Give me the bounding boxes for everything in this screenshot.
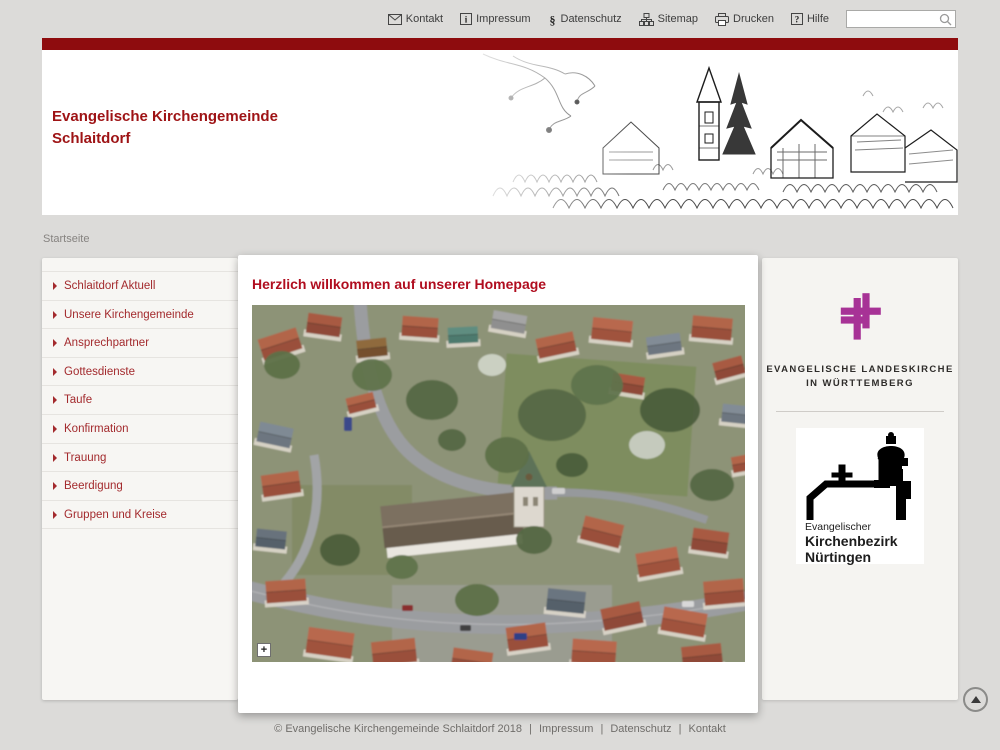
search-icon[interactable] bbox=[939, 13, 952, 26]
kirchenbezirk-label-line3: Nürtingen bbox=[805, 549, 924, 565]
svg-text:§: § bbox=[549, 13, 555, 26]
landeskirche-logo[interactable]: EVANGELISCHE LANDESKIRCHE IN WÜRTTEMBERG bbox=[762, 290, 958, 391]
footer-link-impressum[interactable]: Impressum bbox=[539, 723, 593, 735]
kirchenbezirk-label-line1: Evangelischer bbox=[805, 521, 924, 533]
hilfe-link[interactable]: ? Hilfe bbox=[791, 13, 829, 25]
sidebar-nav: Schlaitdorf Aktuell Unsere Kirchengemein… bbox=[42, 258, 238, 700]
main-content-card: Herzlich willkommen auf unserer Homepage… bbox=[238, 255, 758, 713]
mail-icon bbox=[388, 14, 402, 25]
aerial-village-photo: + bbox=[252, 305, 745, 662]
arrow-right-icon bbox=[53, 454, 57, 462]
impressum-link[interactable]: i Impressum bbox=[460, 13, 530, 25]
arrow-right-icon bbox=[53, 396, 57, 404]
arrow-right-icon bbox=[53, 282, 57, 290]
sitemap-label: Sitemap bbox=[658, 13, 698, 25]
sidebar-item-gottesdienste[interactable]: Gottesdienste bbox=[42, 358, 238, 387]
sidebar-item-label: Gottesdienste bbox=[64, 366, 135, 378]
accent-bar bbox=[42, 38, 958, 50]
paragraph-icon: § bbox=[548, 13, 557, 26]
partner-panel: EVANGELISCHE LANDESKIRCHE IN WÜRTTEMBERG bbox=[762, 258, 958, 700]
sidebar-item-taufe[interactable]: Taufe bbox=[42, 386, 238, 415]
sidebar-menu: Schlaitdorf Aktuell Unsere Kirchengemein… bbox=[42, 271, 238, 529]
kirchenbezirk-logo[interactable]: Evangelischer Kirchenbezirk Nürtingen bbox=[796, 428, 924, 564]
hilfe-label: Hilfe bbox=[807, 13, 829, 25]
svg-text:i: i bbox=[465, 15, 468, 25]
sidebar-item-label: Konfirmation bbox=[64, 423, 129, 435]
sidebar-item-label: Trauung bbox=[64, 452, 106, 464]
kirchenbezirk-label-line2: Kirchenbezirk bbox=[805, 533, 924, 549]
arrow-right-icon bbox=[53, 425, 57, 433]
arrow-right-icon bbox=[53, 368, 57, 376]
footer-link-kontakt[interactable]: Kontakt bbox=[689, 723, 726, 735]
impressum-label: Impressum bbox=[476, 13, 530, 25]
search-box bbox=[846, 10, 956, 28]
arrow-up-icon bbox=[971, 696, 981, 703]
sidebar-item-label: Unsere Kirchengemeinde bbox=[64, 309, 194, 321]
datenschutz-label: Datenschutz bbox=[561, 13, 622, 25]
sidebar-item-unsere-kirchengemeinde[interactable]: Unsere Kirchengemeinde bbox=[42, 301, 238, 330]
page-title: Herzlich willkommen auf unserer Homepage bbox=[252, 276, 758, 292]
sidebar-item-label: Schlaitdorf Aktuell bbox=[64, 280, 155, 292]
drucken-label: Drucken bbox=[733, 13, 774, 25]
drucken-link[interactable]: Drucken bbox=[715, 13, 774, 26]
map-zoom-in-button[interactable]: + bbox=[257, 643, 271, 657]
footer: © Evangelische Kirchengemeinde Schlaitdo… bbox=[0, 723, 1000, 735]
sidebar-item-label: Taufe bbox=[64, 394, 92, 406]
footer-link-datenschutz[interactable]: Datenschutz bbox=[610, 723, 671, 735]
datenschutz-link[interactable]: § Datenschutz bbox=[548, 13, 622, 26]
sidebar-item-beerdigung[interactable]: Beerdigung bbox=[42, 472, 238, 501]
arrow-right-icon bbox=[53, 482, 57, 490]
church-silhouette-icon bbox=[796, 432, 920, 520]
site-title-line1: Evangelische Kirchengemeinde bbox=[52, 106, 278, 128]
scroll-to-top-button[interactable] bbox=[963, 687, 988, 712]
site-title[interactable]: Evangelische Kirchengemeinde Schlaitdorf bbox=[52, 106, 278, 150]
info-icon: i bbox=[460, 13, 472, 25]
sidebar-item-label: Ansprechpartner bbox=[64, 337, 149, 349]
arrow-right-icon bbox=[53, 511, 57, 519]
footer-separator: | bbox=[600, 723, 603, 735]
sidebar-item-gruppen-und-kreise[interactable]: Gruppen und Kreise bbox=[42, 501, 238, 530]
svg-text:?: ? bbox=[795, 15, 800, 25]
village-sketch-illustration bbox=[453, 52, 958, 215]
sitemap-icon bbox=[639, 13, 654, 26]
kontakt-label: Kontakt bbox=[406, 13, 443, 25]
footer-separator: | bbox=[679, 723, 682, 735]
landeskirche-label-line1: EVANGELISCHE LANDESKIRCHE bbox=[762, 363, 958, 377]
sidebar-item-ansprechpartner[interactable]: Ansprechpartner bbox=[42, 329, 238, 358]
copyright-text: © Evangelische Kirchengemeinde Schlaitdo… bbox=[274, 723, 522, 735]
aerial-photo-rendering bbox=[252, 305, 745, 662]
sitemap-link[interactable]: Sitemap bbox=[639, 13, 698, 26]
wuerttemberg-cross-icon bbox=[836, 290, 884, 346]
sidebar-item-label: Gruppen und Kreise bbox=[64, 509, 167, 521]
help-icon: ? bbox=[791, 13, 803, 25]
footer-separator: | bbox=[529, 723, 532, 735]
panel-divider bbox=[776, 411, 944, 412]
arrow-right-icon bbox=[53, 311, 57, 319]
landeskirche-label-line2: IN WÜRTTEMBERG bbox=[762, 377, 958, 391]
utility-bar: Kontakt i Impressum § Datenschutz Sitema… bbox=[388, 10, 956, 28]
sidebar-item-label: Beerdigung bbox=[64, 480, 123, 492]
sidebar-item-trauung[interactable]: Trauung bbox=[42, 444, 238, 473]
breadcrumb[interactable]: Startseite bbox=[43, 233, 89, 245]
kontakt-link[interactable]: Kontakt bbox=[388, 13, 443, 25]
sidebar-item-konfirmation[interactable]: Konfirmation bbox=[42, 415, 238, 444]
printer-icon bbox=[715, 13, 729, 26]
site-title-line2: Schlaitdorf bbox=[52, 128, 278, 150]
arrow-right-icon bbox=[53, 339, 57, 347]
site-header: Evangelische Kirchengemeinde Schlaitdorf bbox=[42, 50, 958, 215]
sidebar-item-schlaitdorf-aktuell[interactable]: Schlaitdorf Aktuell bbox=[42, 272, 238, 301]
